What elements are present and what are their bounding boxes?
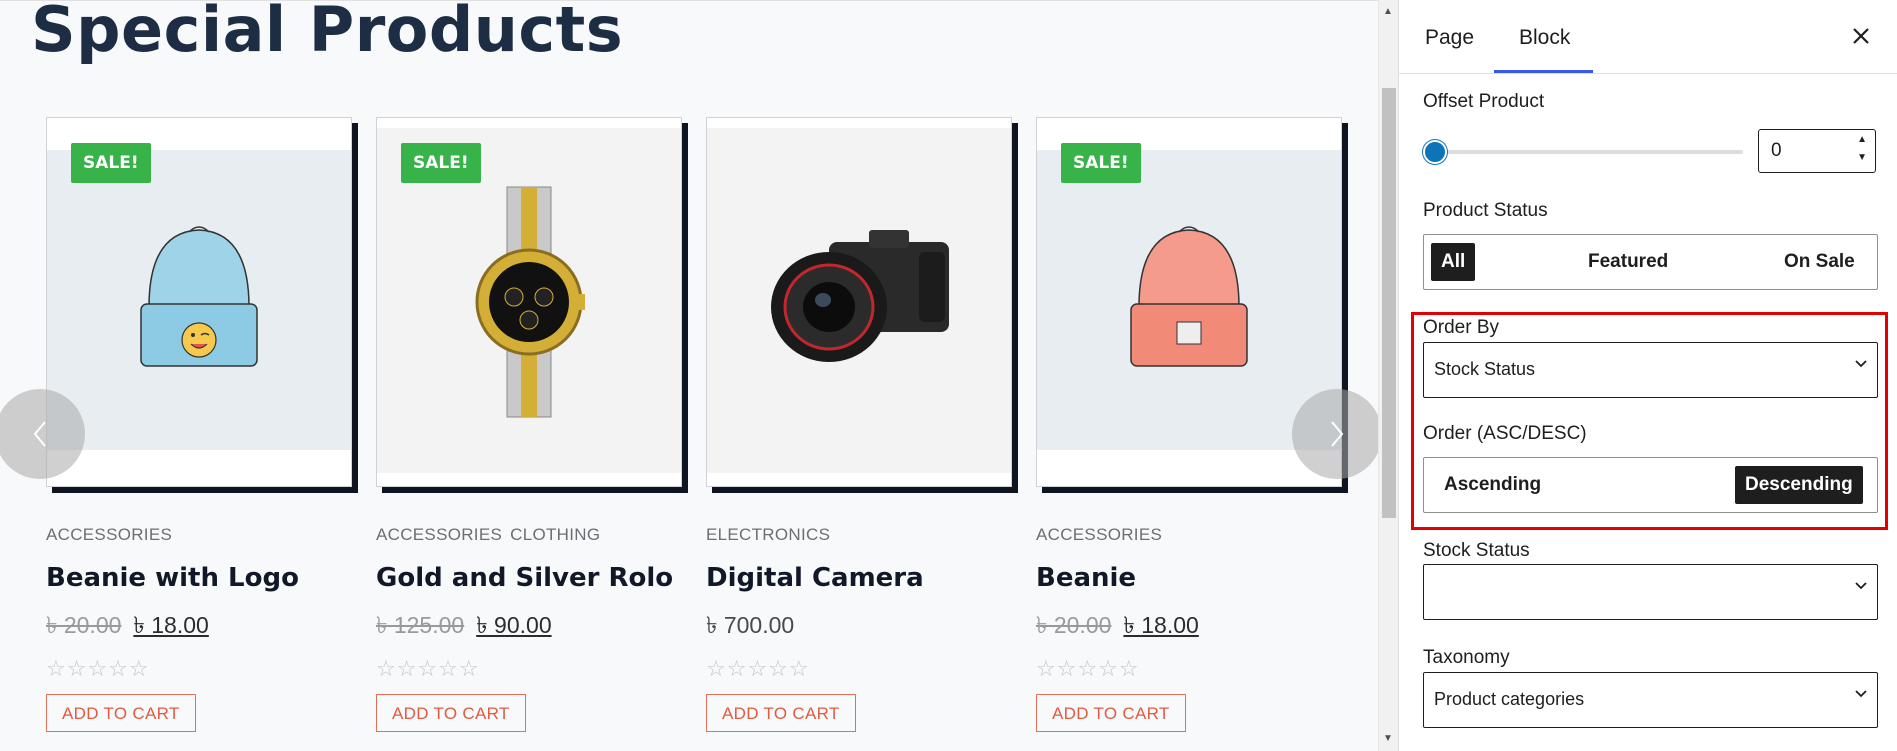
rating-stars-icon: ☆☆☆☆☆	[706, 656, 810, 681]
sale-badge: SALE!	[71, 143, 151, 183]
scrollbar-thumb[interactable]	[1382, 88, 1396, 518]
taxonomy-select[interactable]: Product categories	[1423, 672, 1878, 728]
carousel-next-button[interactable]	[1292, 389, 1378, 479]
product-price: ৳ 700.00	[706, 607, 1012, 646]
ascending-button[interactable]: Ascending	[1434, 466, 1551, 504]
chevron-left-icon	[33, 421, 46, 447]
product-name[interactable]: Beanie with Logo	[46, 563, 352, 593]
sale-badge: SALE!	[401, 143, 481, 183]
descending-button[interactable]: Descending	[1735, 466, 1863, 504]
blue-beanie-image	[140, 226, 258, 367]
product-status-label: Product Status	[1423, 200, 1548, 221]
product-status-toggle: All Featured On Sale	[1423, 234, 1878, 290]
product-categories: ACCESSORIES	[1036, 525, 1342, 545]
category-link[interactable]: CLOTHING	[510, 525, 600, 544]
tab-page[interactable]: Page	[1425, 26, 1474, 50]
order-direction-label: Order (ASC/DESC)	[1423, 423, 1587, 444]
old-price: ৳ 20.00	[1036, 612, 1112, 638]
product-image-box[interactable]	[706, 117, 1012, 487]
close-sidebar-button[interactable]	[1852, 20, 1870, 52]
order-by-select[interactable]: Stock Status	[1423, 342, 1878, 398]
taxonomy-value: Product categories	[1434, 689, 1585, 709]
stock-status-label: Stock Status	[1423, 540, 1530, 561]
product-name[interactable]: Digital Camera	[706, 563, 1012, 593]
chevron-right-icon	[1331, 421, 1344, 447]
product-card[interactable]: ELECTRONICS Digital Camera ৳ 700.00 ☆☆☆☆…	[706, 117, 1012, 732]
product-categories: ACCESSORIES	[46, 525, 352, 545]
regular-price: ৳ 700.00	[706, 612, 795, 638]
rating-stars-icon: ☆☆☆☆☆	[376, 656, 480, 681]
order-by-label: Order By	[1423, 317, 1500, 338]
active-tab-indicator	[1494, 70, 1593, 73]
status-featured-button[interactable]: Featured	[1578, 243, 1678, 281]
sale-price: ৳ 18.00	[1123, 612, 1199, 638]
offset-value: 0	[1771, 140, 1782, 161]
settings-sidebar: Page Block Offset Product 0 ▲ ▼ Product …	[1398, 0, 1897, 751]
rating-stars-icon: ☆☆☆☆☆	[1036, 656, 1140, 681]
product-price: ৳ 20.00 ৳ 18.00	[46, 607, 352, 646]
product-categories: ACCESSORIES CLOTHING	[376, 525, 682, 545]
sale-price: ৳ 90.00	[476, 612, 552, 638]
dslr-camera-image	[771, 230, 949, 362]
product-image-box[interactable]: SALE!	[46, 117, 352, 487]
scroll-down-arrow-icon[interactable]: ▼	[1383, 733, 1393, 744]
canvas-scrollbar[interactable]: ▲ ▼	[1378, 0, 1398, 751]
add-to-cart-button[interactable]: ADD TO CART	[1036, 694, 1186, 732]
status-on-sale-button[interactable]: On Sale	[1774, 243, 1865, 281]
scroll-up-arrow-icon[interactable]: ▲	[1383, 6, 1393, 17]
add-to-cart-button[interactable]: ADD TO CART	[46, 694, 196, 732]
order-by-value: Stock Status	[1434, 359, 1536, 379]
chevron-down-icon	[1855, 582, 1867, 590]
order-direction-toggle: Ascending Descending	[1423, 457, 1878, 513]
close-icon	[1853, 28, 1869, 44]
add-to-cart-button[interactable]: ADD TO CART	[706, 694, 856, 732]
offset-slider-handle[interactable]	[1423, 140, 1447, 164]
product-price: ৳ 125.00 ৳ 90.00	[376, 607, 682, 646]
page-title[interactable]: Special Products	[31, 1, 623, 66]
product-image-box[interactable]: SALE!	[376, 117, 682, 487]
product-name[interactable]: Gold and Silver Rolo	[376, 563, 682, 593]
category-link[interactable]: ACCESSORIES	[1036, 525, 1162, 544]
product-name[interactable]: Beanie	[1036, 563, 1342, 593]
add-to-cart-button[interactable]: ADD TO CART	[376, 694, 526, 732]
sale-price: ৳ 18.00	[133, 612, 209, 638]
offset-number-input[interactable]: 0 ▲ ▼	[1758, 129, 1876, 173]
sale-badge: SALE!	[1061, 143, 1141, 183]
taxonomy-label: Taxonomy	[1423, 647, 1510, 668]
product-categories: ELECTRONICS	[706, 525, 1012, 545]
category-link[interactable]: ACCESSORIES	[376, 525, 502, 544]
decrement-arrow-icon[interactable]: ▼	[1857, 152, 1867, 163]
old-price: ৳ 20.00	[46, 612, 122, 638]
category-link[interactable]: ACCESSORIES	[46, 525, 172, 544]
orange-beanie-image	[1130, 226, 1248, 367]
product-price: ৳ 20.00 ৳ 18.00	[1036, 607, 1342, 646]
product-card[interactable]: SALE! ACCESSORIES Beanie with Logo ৳ 20.…	[46, 117, 352, 732]
increment-arrow-icon[interactable]: ▲	[1857, 134, 1867, 145]
stock-status-select[interactable]	[1423, 564, 1878, 620]
tab-block[interactable]: Block	[1519, 26, 1570, 50]
editor-canvas: Special Products SALE! ACCESSORIES Beani…	[0, 0, 1378, 751]
chevron-down-icon	[1855, 690, 1867, 698]
category-link[interactable]: ELECTRONICS	[706, 525, 830, 544]
chevron-down-icon	[1855, 360, 1867, 368]
sidebar-tabs: Page Block	[1399, 0, 1897, 74]
status-all-button[interactable]: All	[1431, 243, 1476, 281]
gold-watch-image	[475, 186, 585, 418]
product-card[interactable]: SALE! ACCESSORIES CLOTHING Gold and Silve…	[376, 117, 682, 732]
old-price: ৳ 125.00	[376, 612, 465, 638]
rating-stars-icon: ☆☆☆☆☆	[46, 656, 150, 681]
offset-product-label: Offset Product	[1423, 91, 1545, 112]
offset-slider-track[interactable]	[1423, 150, 1743, 154]
